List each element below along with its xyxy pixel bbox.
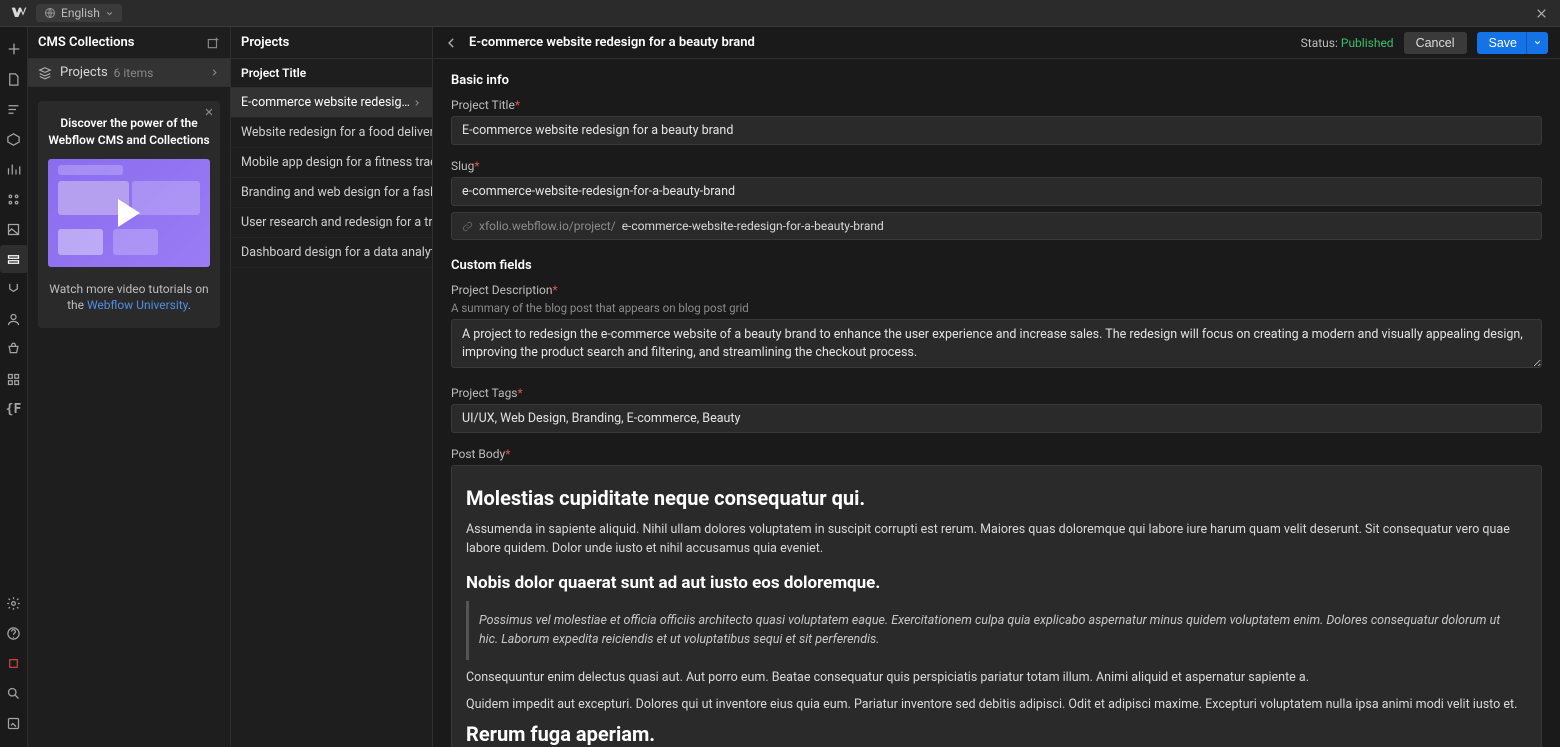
post-body-editor[interactable]: Molestias cupiditate neque consequatur q… bbox=[451, 465, 1542, 747]
close-icon[interactable] bbox=[1530, 2, 1552, 24]
projects-panel: Projects Project Title E-commerce websit… bbox=[231, 27, 433, 747]
navigator-icon[interactable] bbox=[0, 95, 28, 123]
stack-icon bbox=[38, 66, 54, 80]
editor-title: E-commerce website redesign for a beauty… bbox=[469, 35, 755, 50]
styles-icon[interactable] bbox=[0, 185, 28, 213]
finsweet-icon[interactable]: {F bbox=[0, 395, 28, 423]
cancel-button[interactable]: Cancel bbox=[1404, 32, 1467, 54]
language-label: English bbox=[61, 6, 100, 20]
editor-header: E-commerce website redesign for a beauty… bbox=[433, 27, 1560, 59]
page-icon[interactable] bbox=[0, 65, 28, 93]
save-button[interactable]: Save bbox=[1477, 32, 1530, 54]
rich-p: Consequuntur enim delectus quasi aut. Au… bbox=[466, 668, 1527, 687]
promo-card: Discover the power of the Webflow CMS an… bbox=[38, 101, 220, 328]
back-icon[interactable] bbox=[445, 36, 459, 50]
section-basic-info: Basic info bbox=[451, 73, 1542, 88]
left-icon-rail: {F bbox=[0, 27, 28, 747]
cms-panel-title: CMS Collections bbox=[38, 35, 134, 50]
status-label: Status: Published bbox=[1301, 36, 1394, 50]
projects-column-header: Project Title bbox=[231, 59, 432, 88]
collection-count: 6 items bbox=[114, 66, 154, 80]
webflow-university-link[interactable]: Webflow University bbox=[87, 298, 188, 312]
rich-h3: Nobis dolor quaerat sunt ad aut iusto eo… bbox=[466, 573, 1527, 593]
promo-footer: Watch more video tutorials on the Webflo… bbox=[48, 281, 210, 315]
chevron-right-icon bbox=[209, 67, 220, 78]
rich-h2: Molestias cupiditate neque consequatur q… bbox=[466, 486, 1527, 510]
audit-icon[interactable] bbox=[0, 709, 28, 737]
rich-p: Assumenda in sapiente aliquid. Nihil ull… bbox=[466, 520, 1527, 559]
rich-h2: Rerum fuga aperiam. bbox=[466, 722, 1527, 746]
projects-panel-title: Projects bbox=[241, 35, 289, 50]
cms-panel-header: CMS Collections bbox=[28, 27, 230, 59]
project-item-0[interactable]: E-commerce website redesign for a b... bbox=[231, 88, 432, 118]
promo-close-icon[interactable] bbox=[204, 107, 214, 117]
status-value: Published bbox=[1341, 36, 1394, 50]
projects-panel-header: Projects bbox=[231, 27, 432, 59]
new-collection-icon[interactable] bbox=[206, 36, 220, 50]
rich-p: Quidem impedit aut excepturi. Dolores qu… bbox=[466, 695, 1527, 714]
slug-input[interactable] bbox=[451, 177, 1542, 206]
users-icon[interactable] bbox=[0, 305, 28, 333]
language-selector[interactable]: English bbox=[36, 4, 122, 22]
post-body-label: Post Body* bbox=[451, 447, 1542, 461]
project-title-label: Project Title* bbox=[451, 98, 1542, 112]
project-item-3[interactable]: Branding and web design for a fashio... bbox=[231, 178, 432, 208]
variables-icon[interactable] bbox=[0, 155, 28, 183]
video-stop-icon[interactable] bbox=[0, 649, 28, 677]
add-icon[interactable] bbox=[0, 35, 28, 63]
collection-name: Projects bbox=[60, 65, 108, 80]
search-icon[interactable] bbox=[0, 679, 28, 707]
assets-icon[interactable] bbox=[0, 215, 28, 243]
webflow-logo-icon[interactable] bbox=[8, 2, 30, 24]
chevron-right-icon bbox=[412, 98, 422, 108]
project-item-4[interactable]: User research and redesign for a trav... bbox=[231, 208, 432, 238]
ecommerce-icon[interactable] bbox=[0, 335, 28, 363]
logic-icon[interactable] bbox=[0, 275, 28, 303]
project-title-input[interactable] bbox=[451, 116, 1542, 145]
rich-blockquote: Possimus vel molestiae et officia offici… bbox=[466, 601, 1527, 660]
components-icon[interactable] bbox=[0, 125, 28, 153]
cms-icon[interactable] bbox=[0, 245, 28, 273]
settings-icon[interactable] bbox=[0, 589, 28, 617]
project-item-5[interactable]: Dashboard design for a data analytics... bbox=[231, 238, 432, 268]
promo-video-thumb[interactable] bbox=[48, 159, 210, 267]
link-icon bbox=[462, 221, 473, 232]
save-dropdown-button[interactable] bbox=[1526, 32, 1548, 54]
tags-label: Project Tags* bbox=[451, 386, 1542, 400]
editor-panel: E-commerce website redesign for a beauty… bbox=[433, 27, 1560, 747]
slug-label: Slug* bbox=[451, 159, 1542, 173]
cms-collections-panel: CMS Collections Projects 6 items Discove… bbox=[28, 27, 231, 747]
collection-item-projects[interactable]: Projects 6 items bbox=[28, 59, 230, 87]
top-bar: English bbox=[0, 0, 1560, 27]
project-item-2[interactable]: Mobile app design for a fitness tracking bbox=[231, 148, 432, 178]
play-icon bbox=[118, 199, 140, 227]
help-icon[interactable] bbox=[0, 619, 28, 647]
section-custom-fields: Custom fields bbox=[451, 258, 1542, 273]
description-label: Project Description* bbox=[451, 283, 1542, 297]
project-item-1[interactable]: Website redesign for a food delivery bbox=[231, 118, 432, 148]
editor-body[interactable]: Basic info Project Title* Slug* xfolio.w… bbox=[433, 59, 1560, 747]
tags-input[interactable] bbox=[451, 404, 1542, 433]
apps-icon[interactable] bbox=[0, 365, 28, 393]
slug-url-preview: xfolio.webflow.io/project/e-commerce-web… bbox=[451, 212, 1542, 240]
description-textarea[interactable] bbox=[451, 319, 1542, 368]
description-hint: A summary of the blog post that appears … bbox=[451, 301, 1542, 315]
promo-title: Discover the power of the Webflow CMS an… bbox=[48, 115, 210, 149]
